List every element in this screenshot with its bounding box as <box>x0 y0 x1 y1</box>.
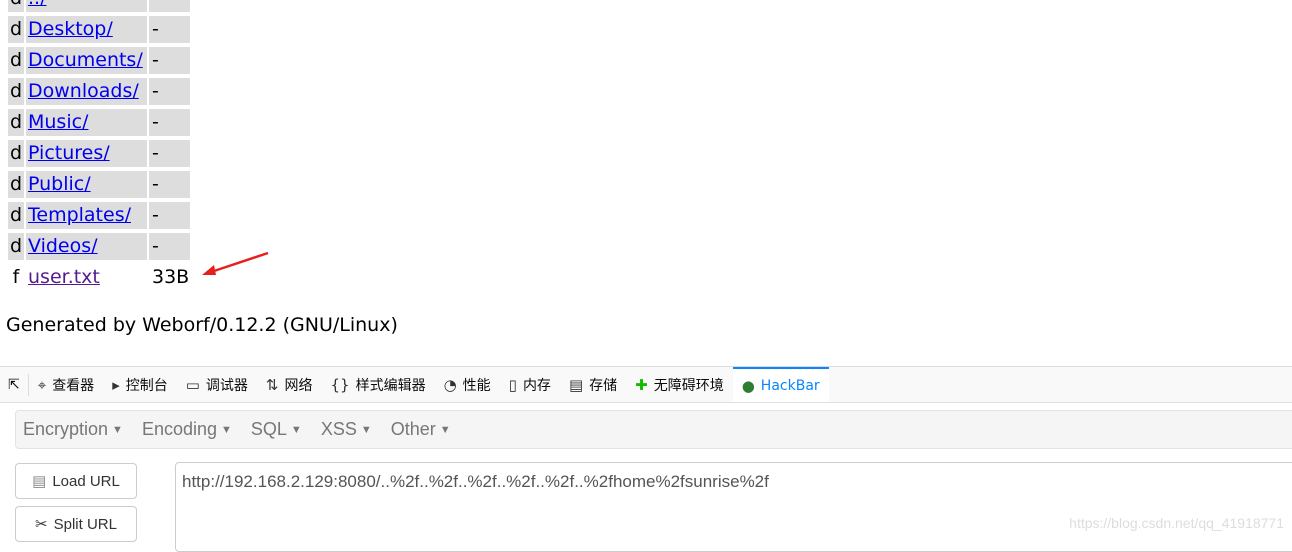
listing-row: d Public/ - <box>8 171 190 198</box>
listing-row: d ../ <box>8 0 190 12</box>
entry-link[interactable]: Music/ <box>28 111 88 133</box>
entry-type: d <box>8 78 24 105</box>
hackbar-menubar: Encryption ▼ Encoding ▼ SQL ▼ XSS ▼ Other ▼ <box>15 410 1292 449</box>
entry-type: d <box>8 47 24 74</box>
listing-row: d Documents/- <box>8 47 190 74</box>
listing-row: d Videos/ - <box>8 233 190 260</box>
entry-link[interactable]: Documents/ <box>28 49 143 71</box>
entry-type: d <box>8 171 24 198</box>
devtools-tab[interactable]: ▤ 存储 <box>560 367 626 402</box>
listing-row: d Desktop/ - <box>8 16 190 43</box>
entry-link[interactable]: Desktop/ <box>28 18 113 40</box>
devtools-tab[interactable]: ◔ 性能 <box>435 367 500 402</box>
server-footer: Generated by Weborf/0.12.2 (GNU/Linux) <box>6 314 398 336</box>
entry-type: d <box>8 233 24 260</box>
scissors-icon: ✂ <box>35 516 48 533</box>
entry-type: d <box>8 109 24 136</box>
load-url-button[interactable]: ▤ Load URL <box>15 463 137 499</box>
entry-link[interactable]: Pictures/ <box>28 142 110 164</box>
network-icon: ⇅ <box>265 375 279 394</box>
url-textarea[interactable]: http://192.168.2.129:8080/..%2f..%2f..%2… <box>175 462 1292 552</box>
devtools-tab[interactable]: ▯ 内存 <box>500 367 560 402</box>
watermark: https://blog.csdn.net/qq_41918771 <box>1069 515 1284 531</box>
devtools-tab[interactable]: ✚ 无障碍环境 <box>626 367 733 402</box>
entry-size: - <box>149 233 190 260</box>
entry-type: d <box>8 140 24 167</box>
devtools-tab[interactable]: ▭ 调试器 <box>177 367 257 402</box>
performance-icon: ◔ <box>443 375 457 394</box>
entry-link[interactable]: ../ <box>28 0 46 9</box>
listing-row: d Templates/- <box>8 202 190 229</box>
element-picker-icon[interactable]: ⇱ <box>0 373 29 396</box>
memory-icon: ▯ <box>508 375 517 394</box>
red-arrow-annotation <box>202 251 269 275</box>
hackbar-icon: ● <box>741 376 755 395</box>
entry-link[interactable]: Public/ <box>28 173 91 195</box>
entry-type: d <box>8 202 24 229</box>
entry-link[interactable]: Videos/ <box>28 235 98 257</box>
caret-down-icon: ▼ <box>290 424 302 437</box>
entry-type: d <box>8 16 24 43</box>
caret-down-icon: ▼ <box>221 424 232 437</box>
storage-icon: ▤ <box>568 375 584 394</box>
entry-size: - <box>149 171 190 198</box>
entry-type: f <box>12 266 20 288</box>
entry-size: - <box>149 140 190 167</box>
hackbar-menu[interactable]: SQL ▼ <box>244 419 312 440</box>
style-editor-icon: {} <box>330 375 350 394</box>
listing-row: d Pictures/ - <box>8 140 190 167</box>
accessibility-icon: ✚ <box>635 375 648 394</box>
caret-down-icon: ▼ <box>439 424 451 437</box>
listing-row: d Music/ - <box>8 109 190 136</box>
devtools-tab[interactable]: ⇅ 网络 <box>257 367 322 402</box>
entry-size <box>149 0 190 12</box>
hackbar-menu[interactable]: Encoding ▼ <box>135 419 242 440</box>
entry-size: - <box>149 202 190 229</box>
hackbar-menu[interactable]: XSS ▼ <box>314 419 382 440</box>
entry-size: - <box>149 109 190 136</box>
entry-size: - <box>149 47 190 74</box>
entry-link[interactable]: Templates/ <box>28 204 131 226</box>
devtools-tab[interactable]: ▸ 控制台 <box>103 367 177 402</box>
split-url-button[interactable]: ✂ Split URL <box>15 506 137 542</box>
caret-down-icon: ▼ <box>112 424 123 437</box>
debugger-icon: ▭ <box>185 375 200 394</box>
console-icon: ▸ <box>112 375 120 394</box>
entry-size: 33B <box>152 266 190 288</box>
listing-row: d Downloads/- <box>8 78 190 105</box>
devtools-tab[interactable]: {} 样式编辑器 <box>321 367 434 402</box>
entry-link[interactable]: Downloads/ <box>28 80 139 102</box>
entry-type: d <box>8 0 24 12</box>
inspector-icon: ⌖ <box>37 375 47 394</box>
caret-down-icon: ▼ <box>360 424 372 437</box>
devtools-tab[interactable]: ⌖ 查看器 <box>29 367 103 402</box>
entry-size: - <box>149 78 190 105</box>
hackbar-menu[interactable]: Encryption ▼ <box>16 419 133 440</box>
listing-row: f user.txt 33B <box>8 264 190 291</box>
devtools-toolbar: ⇱ ⌖ 查看器 ▸ 控制台 ▭ 调试器 ⇅ 网络{} 样式编辑器 ◔ 性能 ▯ 内存 ▤ 存储 ✚ 无障碍环境 ●… <box>0 366 1292 403</box>
load-icon: ▤ <box>32 473 47 490</box>
hackbar-menu[interactable]: Other ▼ <box>384 419 461 440</box>
entry-link[interactable]: user.txt <box>28 266 100 288</box>
entry-size: - <box>149 16 190 43</box>
devtools-tab[interactable]: ● HackBar <box>732 367 829 402</box>
